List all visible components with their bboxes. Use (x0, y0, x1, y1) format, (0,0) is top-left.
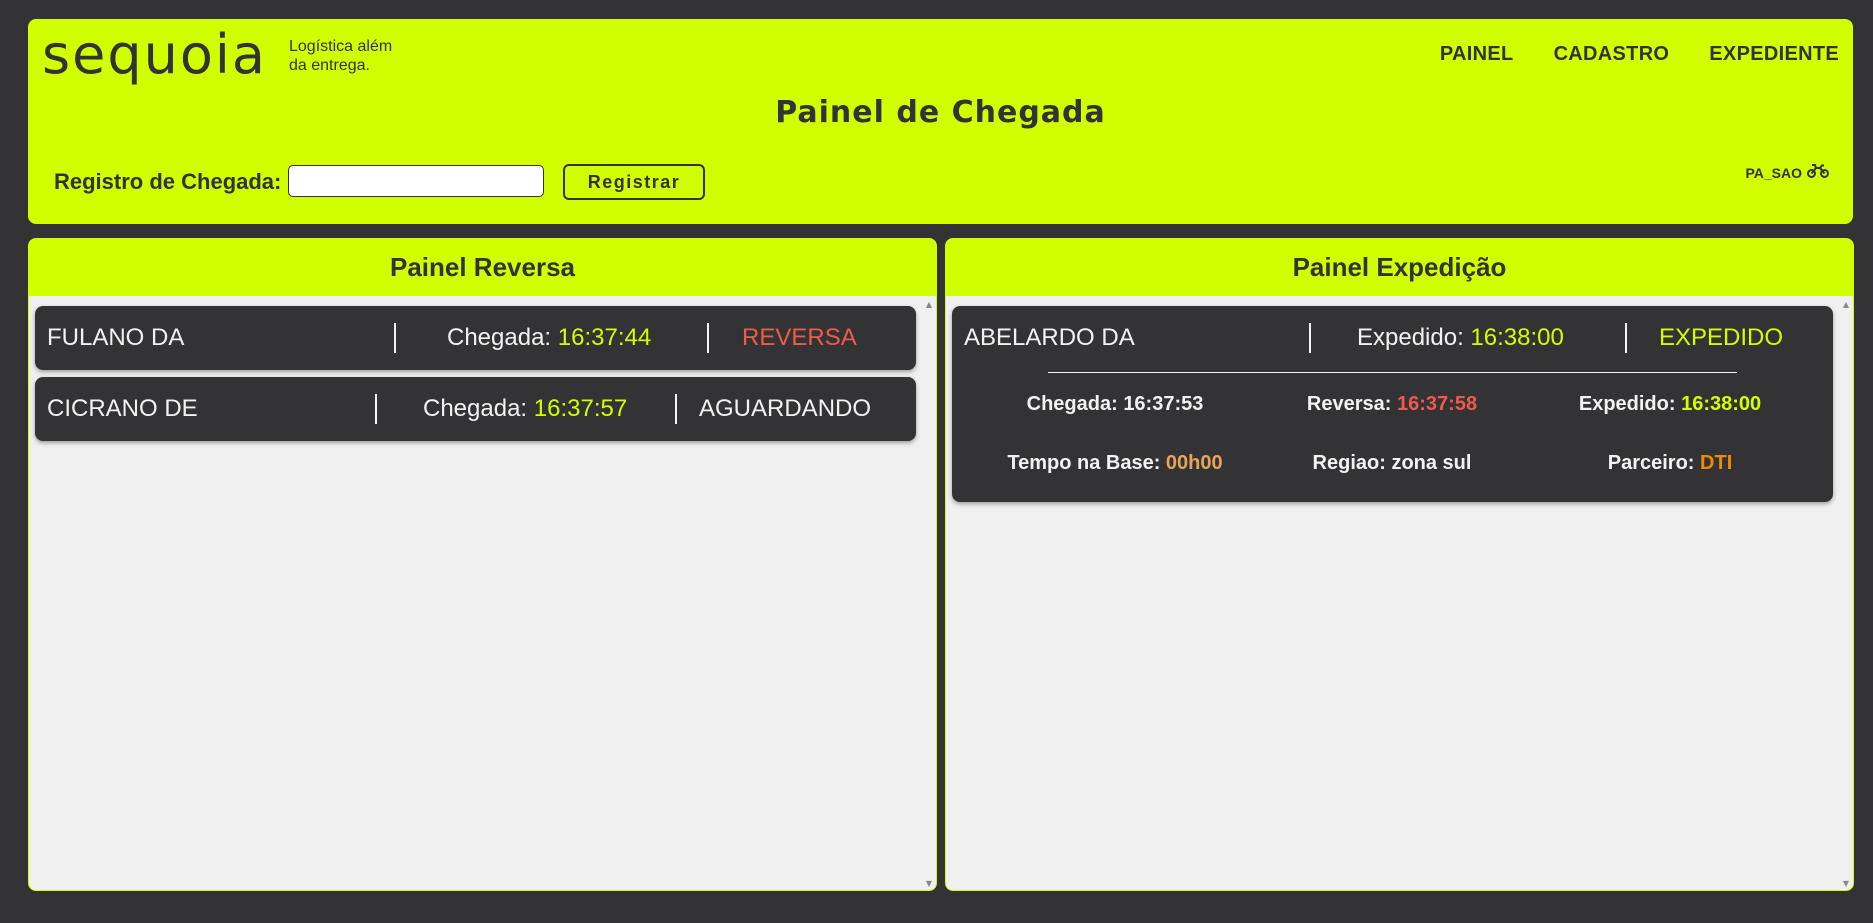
header-bar: sequoia Logística além da entrega. PAINE… (28, 19, 1853, 224)
chegada-label: Chegada: (1026, 393, 1118, 415)
parceiro-value: DTI (1700, 452, 1733, 474)
divider (707, 323, 709, 353)
divider (1309, 323, 1311, 353)
reversa-time: 16:37:58 (1397, 393, 1478, 415)
painel-expedicao-title: Painel Expedição (946, 239, 1853, 296)
arrival-info: Chegada: 16:37:44 (447, 324, 651, 352)
arrival-info: Chegada: 16:37:57 (423, 395, 627, 423)
tagline-line-2: da entrega. (289, 57, 370, 74)
tempo-value: 00h00 (1165, 452, 1223, 474)
expedicao-card-row: ABELARDO DA Expedido: 16:38:00 EXPEDIDO (952, 306, 1833, 370)
registrar-button[interactable]: Registrar (563, 164, 705, 200)
reversa-label: Reversa: (1306, 393, 1392, 415)
divider (375, 394, 377, 424)
main-nav: PAINEL CADASTRO EXPEDIENTE (1440, 43, 1839, 66)
arrival-time: 16:37:57 (533, 395, 628, 422)
divider (675, 394, 677, 424)
logo-tagline: Logística além da entrega. (289, 37, 419, 75)
driver-name: ABELARDO DA (964, 324, 1135, 351)
regiao-label: Regiao: (1312, 452, 1386, 474)
scroll-down-arrow-icon[interactable]: ▼ (1843, 880, 1849, 888)
painel-reversa-title: Painel Reversa (29, 239, 936, 296)
unit-indicator: PA_SAO (1745, 164, 1829, 181)
status-label: AGUARDANDO (699, 395, 872, 422)
registro-label: Registro de Chegada: (54, 169, 282, 194)
chegada-time: 16:37:53 (1123, 393, 1204, 415)
divider (394, 323, 396, 353)
reversa-card-row: FULANO DA Chegada: 16:37:44 REVERSA (35, 306, 916, 370)
expedido-info: Expedido: 16:38:00 (1357, 324, 1564, 352)
arrival-time: 16:37:44 (557, 324, 652, 351)
tempo-detail: Tempo na Base: 00h00 (1007, 452, 1222, 475)
motorcycle-icon (1807, 164, 1829, 181)
unit-code: PA_SAO (1745, 164, 1802, 181)
divider (1625, 323, 1627, 353)
chegada-detail: Chegada: 16:37:53 (1027, 393, 1204, 416)
reversa-card[interactable]: FULANO DA Chegada: 16:37:44 REVERSA (35, 306, 916, 370)
scroll-down-arrow-icon[interactable]: ▼ (926, 880, 932, 888)
reversa-card[interactable]: CICRANO DE Chegada: 16:37:57 AGUARDANDO (35, 377, 916, 441)
reversa-card-row: CICRANO DE Chegada: 16:37:57 AGUARDANDO (35, 377, 916, 441)
parceiro-label: Parceiro: (1607, 452, 1695, 474)
driver-name: FULANO DA (47, 324, 185, 351)
painel-reversa: Painel Reversa ▲ ▼ FULANO DA Chegada: 16… (28, 238, 937, 891)
scroll-up-arrow-icon[interactable]: ▲ (1843, 301, 1849, 309)
card-separator (1048, 372, 1737, 373)
nav-painel[interactable]: PAINEL (1440, 43, 1514, 66)
tagline-line-1: Logística além (289, 38, 393, 55)
expedido-detail: Expedido: 16:38:00 (1579, 393, 1761, 416)
expedido-detail-time: 16:38:00 (1681, 393, 1762, 415)
arrival-label: Chegada: (447, 324, 552, 351)
nav-expediente[interactable]: EXPEDIENTE (1709, 43, 1839, 66)
nav-cadastro[interactable]: CADASTRO (1554, 43, 1670, 66)
tempo-label: Tempo na Base: (1007, 452, 1161, 474)
painel-expedicao: Painel Expedição ▲ ▼ ABELARDO DA Expedid… (945, 238, 1854, 891)
sequoia-logo[interactable]: sequoia (42, 25, 267, 85)
expedido-label: Expedido: (1357, 324, 1464, 351)
expedido-detail-label: Expedido: (1578, 393, 1676, 415)
expedicao-card[interactable]: ABELARDO DA Expedido: 16:38:00 EXPEDIDO … (952, 306, 1833, 502)
status-label: REVERSA (742, 324, 857, 351)
parceiro-detail: Parceiro: DTI (1608, 452, 1733, 475)
arrival-label: Chegada: (423, 395, 528, 422)
registro-input[interactable] (288, 165, 544, 197)
driver-name: CICRANO DE (47, 395, 198, 422)
expedido-time: 16:38:00 (1470, 324, 1564, 351)
regiao-value: zona sul (1391, 452, 1472, 474)
status-label: EXPEDIDO (1659, 324, 1784, 351)
reversa-detail: Reversa: 16:37:58 (1307, 393, 1477, 416)
scroll-up-arrow-icon[interactable]: ▲ (926, 301, 932, 309)
regiao-detail: Regiao: zona sul (1313, 452, 1472, 475)
page-title: Painel de Chegada (775, 95, 1106, 130)
